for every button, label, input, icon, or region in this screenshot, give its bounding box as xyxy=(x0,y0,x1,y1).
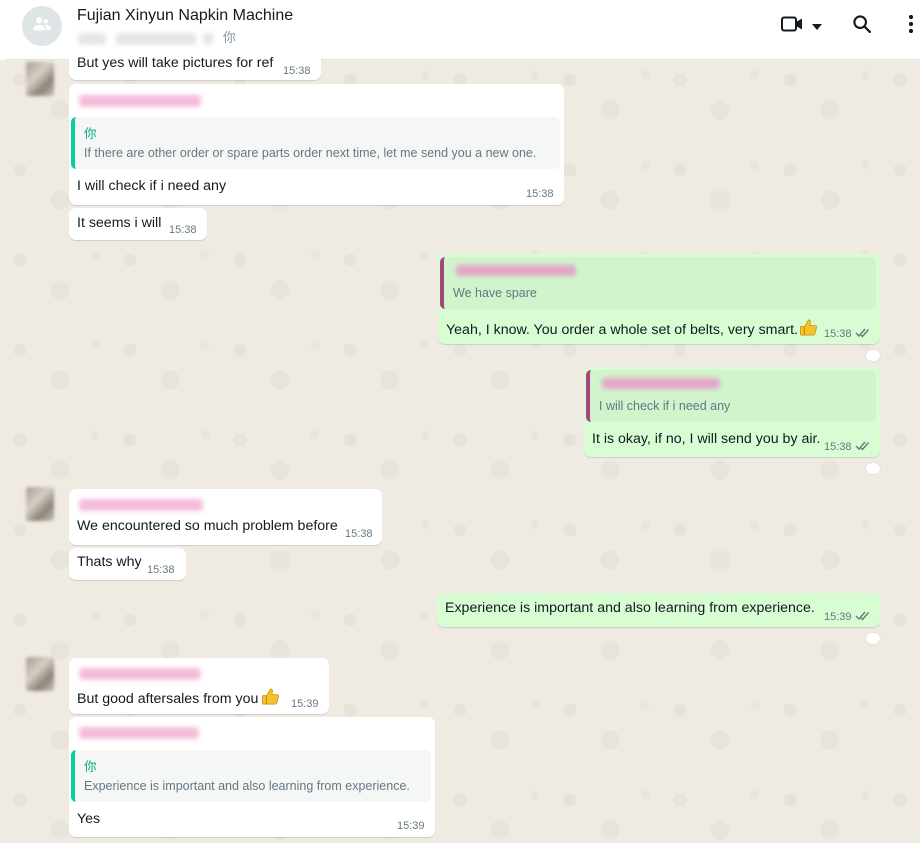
menu-button[interactable] xyxy=(904,14,918,38)
quoted-text: I will check if i need any xyxy=(599,399,731,413)
message-text: It is okay, if no, I will send you by ai… xyxy=(592,431,821,447)
quoted-message[interactable]: 你 Experience is important and also learn… xyxy=(71,750,431,802)
message-text: But good aftersales from you xyxy=(77,687,280,710)
message-time: 15:38 xyxy=(526,188,554,200)
chat-title[interactable]: Fujian Xinyun Napkin Machine xyxy=(77,7,293,25)
participants-list[interactable]: 你 xyxy=(78,27,236,46)
read-receipt-icon xyxy=(855,610,871,624)
sender-avatar[interactable] xyxy=(26,657,54,691)
message-time: 15:38 xyxy=(283,65,311,77)
video-call-button[interactable] xyxy=(780,14,804,38)
participant-blurred xyxy=(78,32,106,45)
message-time: 15:38 xyxy=(169,224,197,236)
message-bubble-incoming[interactable]: Thats why 15:38 xyxy=(69,548,186,580)
reaction-indicator[interactable] xyxy=(866,633,880,644)
video-call-icon xyxy=(780,14,804,39)
quoted-message[interactable]: I will check if i need any xyxy=(586,370,876,422)
message-bubble-incoming[interactable]: We encountered so much problem before 15… xyxy=(69,489,382,545)
message-time: 15:39 xyxy=(397,820,425,832)
message-text: But yes will take pictures for ref xyxy=(77,55,274,71)
message-bubble-outgoing[interactable]: Experience is important and also learnin… xyxy=(437,593,880,627)
sender-avatar[interactable] xyxy=(26,62,54,96)
menu-icon xyxy=(908,14,914,39)
read-receipt-icon xyxy=(855,440,871,454)
quoted-text: We have spare xyxy=(453,286,537,300)
message-bubble-incoming[interactable]: But good aftersales from you 15:39 xyxy=(69,658,329,714)
message-time: 15:38 xyxy=(824,440,871,454)
message-text: It seems i will xyxy=(77,215,162,231)
sender-name-blurred xyxy=(79,95,201,107)
message-time-value: 15:38 xyxy=(824,440,852,453)
quoted-author-blurred xyxy=(602,378,720,389)
message-text: I will check if i need any xyxy=(77,178,227,194)
sender-name-blurred xyxy=(79,499,203,511)
video-call-options-button[interactable] xyxy=(810,14,824,38)
message-bubble-outgoing[interactable]: We have spare Yeah, I know. You order a … xyxy=(438,254,880,344)
thumbs-up-icon xyxy=(261,687,280,710)
message-text-content: Yeah, I know. You order a whole set of b… xyxy=(446,322,798,338)
participant-self: 你 xyxy=(222,30,236,45)
participant-blurred xyxy=(115,32,196,45)
message-text-content: But good aftersales from you xyxy=(77,691,259,707)
quoted-author: 你 xyxy=(84,760,97,774)
message-bubble-outgoing[interactable]: I will check if i need any It is okay, i… xyxy=(584,367,880,457)
message-text: Yeah, I know. You order a whole set of b… xyxy=(446,318,818,341)
message-time: 15:39 xyxy=(824,610,871,624)
quoted-author-blurred xyxy=(456,265,576,276)
message-bubble-incoming[interactable]: It seems i will 15:38 xyxy=(69,208,207,240)
reaction-indicator[interactable] xyxy=(866,350,880,361)
message-time-value: 15:39 xyxy=(824,610,852,623)
message-time: 15:38 xyxy=(345,528,373,540)
quoted-message[interactable]: We have spare xyxy=(440,257,876,309)
sender-name-blurred xyxy=(79,727,199,739)
chevron-down-icon xyxy=(812,17,822,35)
search-button[interactable] xyxy=(850,14,874,38)
participant-blurred xyxy=(203,32,214,45)
group-avatar[interactable] xyxy=(22,6,62,46)
quoted-text: Experience is important and also learnin… xyxy=(84,779,410,793)
message-text: Yes xyxy=(77,811,101,827)
message-text: Experience is important and also learnin… xyxy=(445,600,815,616)
group-icon xyxy=(31,13,53,40)
message-time: 15:38 xyxy=(824,327,871,341)
thumbs-up-icon xyxy=(799,318,818,341)
message-bubble-incoming[interactable]: 你 If there are other order or spare part… xyxy=(69,84,564,205)
sender-name-blurred xyxy=(79,668,201,680)
message-time: 15:38 xyxy=(147,564,175,576)
message-bubble-incoming[interactable]: But yes will take pictures for ref 15:38 xyxy=(69,48,321,80)
search-icon xyxy=(851,13,873,40)
reaction-indicator[interactable] xyxy=(866,463,880,474)
sender-avatar[interactable] xyxy=(26,487,54,521)
quoted-message[interactable]: 你 If there are other order or spare part… xyxy=(71,117,560,169)
read-receipt-icon xyxy=(855,327,871,341)
quoted-text: If there are other order or spare parts … xyxy=(84,146,537,160)
message-text: Thats why xyxy=(77,554,142,570)
message-bubble-incoming[interactable]: 你 Experience is important and also learn… xyxy=(69,717,435,837)
quoted-author: 你 xyxy=(84,127,97,141)
message-text: We encountered so much problem before xyxy=(77,518,338,534)
message-time: 15:39 xyxy=(291,698,319,710)
message-time-value: 15:38 xyxy=(824,327,852,340)
